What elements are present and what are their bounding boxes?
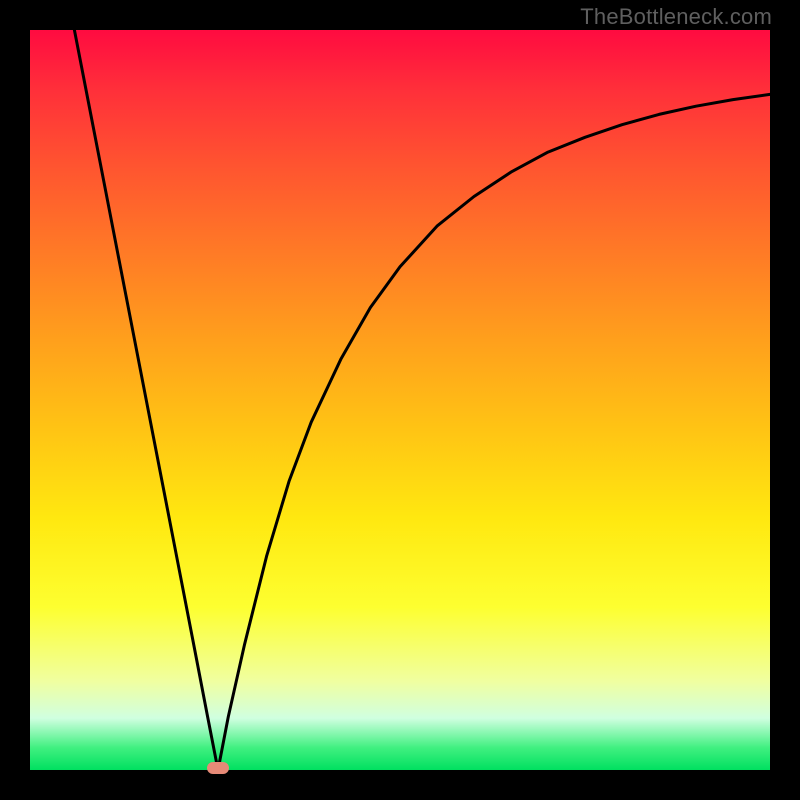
optimum-marker — [207, 762, 229, 774]
plot-area — [30, 30, 770, 770]
bottleneck-curve — [30, 30, 770, 770]
chart-frame: TheBottleneck.com — [0, 0, 800, 800]
watermark-text: TheBottleneck.com — [580, 4, 772, 30]
